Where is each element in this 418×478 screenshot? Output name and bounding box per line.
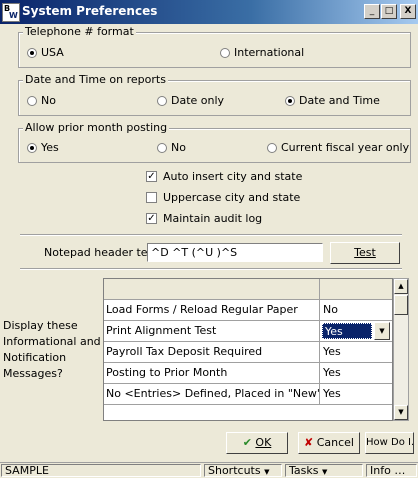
status-bar: SAMPLE Shortcuts ▼ Tasks ▼ Info … [0,462,418,478]
prior-month-group: Allow prior month posting Yes No Current… [18,121,411,163]
ok-button[interactable]: ✔ OK [226,432,288,454]
radio-date-and-time[interactable]: Date and Time [285,94,380,107]
notepad-header-label: Notepad header text [44,246,159,259]
checkbox-maintain-audit-log-box[interactable]: ✓ [146,213,157,224]
table-row[interactable]: Print Alignment Test Yes ▼ [104,321,392,342]
radio-international[interactable]: International [220,46,304,59]
message-name: Posting to Prior Month [104,363,320,383]
title-bar[interactable]: B W System Preferences _ □ X [0,0,418,24]
chevron-down-icon: ▼ [264,468,270,476]
message-value-dropdown[interactable]: Yes ▼ [321,322,391,340]
more-icon: … [394,464,406,477]
table-row[interactable]: Posting to Prior Month Yes [104,363,392,384]
radio-prior-yes-dot[interactable] [27,142,37,153]
messages-grid[interactable]: Load Forms / Reload Regular Paper No Pri… [103,278,393,421]
grid-header-row [104,279,392,300]
window-title: System Preferences [22,4,158,18]
telephone-format-group: Telephone # format USA International [18,25,411,68]
radio-prior-fiscal-year-dot[interactable] [267,142,277,153]
radio-prior-no-dot[interactable] [157,142,167,153]
message-name: Payroll Tax Deposit Required [104,342,320,362]
radio-usa[interactable]: USA [27,46,64,59]
datetime-group: Date and Time on reports No Date only Da… [18,73,411,116]
tasks-menu[interactable]: Tasks ▼ [285,464,363,477]
cancel-button[interactable]: ✘ Cancel [298,432,360,454]
message-name: Load Forms / Reload Regular Paper [104,300,320,320]
radio-date-only-dot[interactable] [157,95,167,106]
grid-header-cell [104,279,320,299]
message-value[interactable]: Yes [321,363,392,383]
scroll-down-icon[interactable]: ▼ [394,405,408,420]
info-menu[interactable]: Info … [366,464,417,477]
radio-date-no[interactable]: No [27,94,56,107]
table-row[interactable]: Payroll Tax Deposit Required Yes [104,342,392,363]
radio-usa-dot[interactable] [27,47,37,58]
radio-prior-yes[interactable]: Yes [27,141,59,154]
scroll-thumb[interactable] [394,295,408,315]
checkbox-auto-insert-city[interactable]: ✓ Auto insert city and state [146,170,302,183]
telephone-format-label: Telephone # format [23,25,136,38]
message-value[interactable]: No [321,300,392,320]
radio-date-only[interactable]: Date only [157,94,224,107]
table-row[interactable]: No <Entries> Defined, Placed in "New" Mo… [104,384,392,405]
checkmark-icon: ✔ [242,436,252,449]
shortcuts-menu[interactable]: Shortcuts ▼ [204,464,282,477]
radio-date-no-dot[interactable] [27,95,37,106]
message-value[interactable]: Yes [321,342,392,362]
grid-header-cell [321,279,392,299]
app-icon: B W [2,3,20,22]
maximize-button[interactable]: □ [381,4,397,19]
checkbox-maintain-audit-log[interactable]: ✓ Maintain audit log [146,212,262,225]
message-value[interactable]: Yes [321,384,392,404]
message-value[interactable]: Yes [322,323,372,339]
checkbox-auto-insert-city-box[interactable]: ✓ [146,171,157,182]
separator [20,268,402,270]
grid-scrollbar[interactable]: ▲ ▼ [393,278,409,421]
minimize-button[interactable]: _ [364,4,380,19]
scroll-up-icon[interactable]: ▲ [394,279,408,294]
radio-prior-no[interactable]: No [157,141,186,154]
chevron-down-icon: ▼ [321,468,328,476]
separator [20,234,402,236]
table-row[interactable]: Load Forms / Reload Regular Paper No [104,300,392,321]
how-do-i-button[interactable]: How Do I... [365,432,414,454]
close-button[interactable]: X [400,4,416,19]
radio-prior-fiscal-year[interactable]: Current fiscal year only [267,141,409,154]
radio-international-dot[interactable] [220,47,230,58]
checkbox-uppercase-city-box[interactable] [146,192,157,203]
prior-month-label: Allow prior month posting [23,121,170,134]
company-panel: SAMPLE [1,464,201,477]
chevron-down-icon[interactable]: ▼ [374,322,390,340]
messages-label: Display these Informational and Notifica… [3,319,101,380]
radio-date-and-time-dot[interactable] [285,95,295,106]
test-button[interactable]: Test [330,242,400,264]
message-name: No <Entries> Defined, Placed in "New" Mo… [104,384,320,404]
datetime-label: Date and Time on reports [23,73,168,86]
message-name: Print Alignment Test [104,321,320,341]
notepad-header-input[interactable]: ^D ^T (^U )^S [147,243,323,262]
close-icon: ✘ [304,436,314,449]
checkbox-uppercase-city[interactable]: Uppercase city and state [146,191,300,204]
